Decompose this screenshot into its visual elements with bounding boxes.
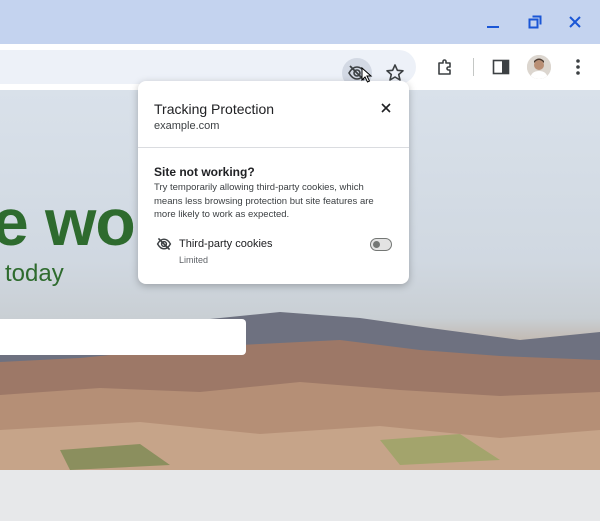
third-party-cookies-status: Limited [179,255,209,265]
site-not-working-heading: Site not working? [154,165,255,179]
third-party-cookies-label: Third-party cookies [179,238,273,250]
title-bar [0,0,600,44]
hero-subheading: today [5,260,64,287]
close-icon [381,103,391,113]
more-vert-icon[interactable] [563,52,593,82]
avatar[interactable] [527,55,551,79]
close-icon[interactable] [563,10,587,34]
eye-off-icon [156,236,172,252]
side-panel-icon[interactable] [486,52,516,82]
popup-divider [138,147,409,148]
restore-icon[interactable] [523,10,547,34]
tracking-protection-popup: Tracking Protection example.com Site not… [138,81,409,284]
popup-title: Tracking Protection [154,101,275,117]
page-search-input[interactable] [0,319,246,355]
cursor-icon [361,67,373,83]
puzzle-icon[interactable] [430,52,460,82]
toggle-knob [373,241,380,248]
site-not-working-description: Try temporarily allowing third-party coo… [154,182,374,220]
third-party-cookies-toggle[interactable] [370,238,392,251]
popup-close-button[interactable] [376,98,396,118]
page-footer [0,470,600,521]
minimize-icon[interactable] [481,10,505,34]
hero-heading: e wor [0,185,160,259]
popup-domain: example.com [154,120,220,132]
omnibox[interactable] [0,50,416,88]
toolbar-separator [473,58,474,76]
